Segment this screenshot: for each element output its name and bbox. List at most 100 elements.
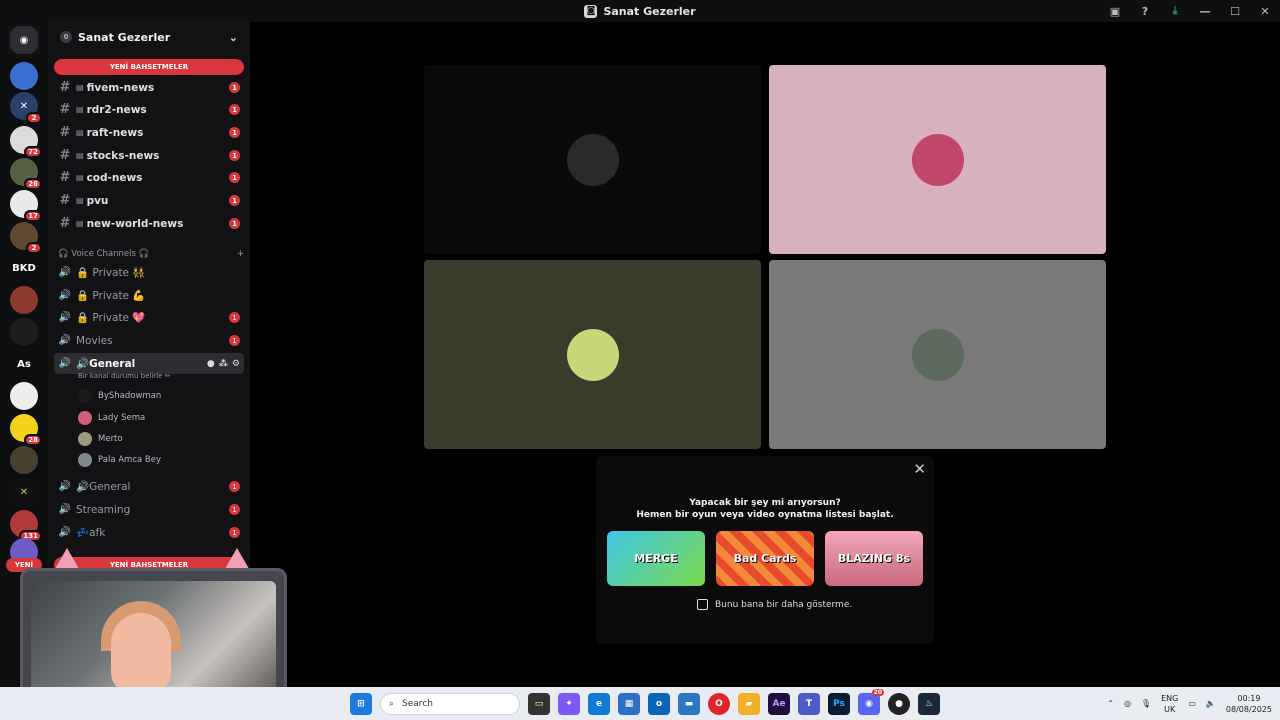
voice-channel-private-1[interactable]: 🔊 🔒 Private 👯: [54, 262, 244, 283]
store-icon[interactable]: ▦: [618, 692, 640, 715]
activity-card-bad-cards[interactable]: Bad Cards: [716, 531, 814, 586]
unread-badge: 1: [229, 481, 240, 492]
taskbar-search[interactable]: ⌕ Search: [380, 692, 520, 715]
member-name: ByShadowman: [98, 391, 162, 401]
volume-icon[interactable]: 🔈: [1206, 699, 1216, 708]
participant-tile[interactable]: [424, 260, 761, 449]
channel-stocks-news[interactable]: # ▤ stocks-news 1: [54, 145, 244, 166]
dont-show-again-checkbox[interactable]: Bunu bana bir daha gösterme.: [697, 599, 852, 610]
discord-icon[interactable]: ◉ 20: [858, 688, 884, 715]
category-voice-channels[interactable]: 🎧 Voice Channels 🎧 +: [58, 249, 244, 259]
server-icon[interactable]: 131: [10, 510, 42, 542]
channel-status[interactable]: Bir kanal durumu belirle ✏: [78, 372, 171, 380]
microphone-icon[interactable]: 🎙: [1141, 699, 1151, 708]
server-icon[interactable]: 26: [10, 158, 42, 190]
clock[interactable]: 00:19 08/08/2025: [1226, 693, 1272, 715]
channel-fivem-news[interactable]: # ▤ fivem-news 1: [54, 77, 244, 98]
obs-icon[interactable]: ●: [888, 692, 910, 715]
voice-channel-private-2[interactable]: 🔊 🔒 Private 💪: [54, 285, 244, 306]
server-icon[interactable]: ✕ 2: [10, 92, 42, 124]
gear-icon[interactable]: ⚙: [232, 359, 240, 369]
voice-channel-private-3[interactable]: 🔊 🔒 Private 💖 1: [54, 307, 244, 328]
close-icon[interactable]: ✕: [913, 460, 926, 478]
chevron-up-icon[interactable]: ⌃: [1107, 699, 1114, 708]
teams-icon[interactable]: T: [798, 692, 820, 715]
activity-card-merge[interactable]: MERGE: [607, 531, 705, 586]
activity-card-blazing-8s[interactable]: BLAZING 8s: [825, 531, 923, 586]
photoshop-icon[interactable]: Ps: [828, 692, 850, 715]
server-as[interactable]: As: [10, 350, 38, 378]
channel-new-world-news[interactable]: # ▤ new-world-news 1: [54, 213, 244, 234]
participant-tile[interactable]: [769, 260, 1106, 449]
server-icon[interactable]: [10, 286, 38, 314]
server-icon[interactable]: ✕: [10, 478, 38, 506]
voice-channel-afk[interactable]: 🔊 💤afk 1: [54, 522, 244, 543]
chat-icon[interactable]: ●: [207, 359, 215, 369]
voice-member[interactable]: Pala Amca Bey: [78, 451, 161, 469]
monitor-icon[interactable]: ▬: [678, 692, 700, 715]
participant-tile[interactable]: [769, 65, 1106, 254]
channel-rdr2-news[interactable]: # ▤ rdr2-news 1: [54, 99, 244, 120]
server-icon[interactable]: [10, 446, 38, 474]
window-title: Sanat Gezerler: [603, 4, 696, 18]
new-mentions-pill[interactable]: YENİ BAHSETMELER: [54, 59, 244, 75]
folder-icon[interactable]: ▰: [738, 692, 760, 715]
server-icon[interactable]: 28: [10, 414, 42, 446]
speaker-icon: 🔊: [58, 335, 72, 346]
channel-pvu[interactable]: # ▤ pvu 1: [54, 190, 244, 211]
server-bkd[interactable]: BKD: [10, 254, 38, 282]
server-icon[interactable]: [10, 318, 38, 346]
channel-label: raft-news: [86, 126, 144, 139]
channel-cod-news[interactable]: # ▤ cod-news 1: [54, 167, 244, 188]
checkbox-icon[interactable]: [697, 599, 708, 610]
language-indicator[interactable]: ENG UK: [1161, 693, 1178, 715]
hash-icon: #: [59, 125, 71, 140]
close-button[interactable]: ✕: [1250, 0, 1280, 22]
display-icon[interactable]: ▭: [1188, 699, 1196, 708]
voice-member[interactable]: Merto: [78, 430, 123, 448]
server-header[interactable]: 0 Sanat Gezerler ⌄: [48, 22, 250, 52]
help-icon[interactable]: ?: [1130, 0, 1160, 22]
task-view-icon[interactable]: ▭: [528, 692, 550, 715]
unread-badge: 1: [229, 218, 240, 229]
x-icon: ✕: [19, 100, 29, 112]
server-icon[interactable]: 2: [10, 222, 42, 254]
channel-label: 🔊General: [76, 481, 131, 493]
edge-icon[interactable]: e: [588, 692, 610, 715]
chevron-down-icon[interactable]: ⌄: [229, 31, 238, 44]
voice-channel-general[interactable]: 🔊 🔊General 1: [54, 476, 244, 497]
speaker-icon: 🔊: [58, 527, 72, 538]
server-icon[interactable]: 17: [10, 190, 42, 222]
voice-channel-movies[interactable]: 🔊 Movies 1: [54, 330, 244, 351]
voice-member[interactable]: Lady Sema: [78, 409, 145, 427]
discord-home-icon[interactable]: ◉: [10, 26, 38, 54]
add-member-icon[interactable]: ⁂: [219, 359, 228, 369]
minimize-button[interactable]: —: [1190, 0, 1220, 22]
server-level-icon: 0: [60, 31, 72, 43]
add-channel-icon[interactable]: +: [237, 249, 244, 259]
after-effects-icon[interactable]: Ae: [768, 692, 790, 715]
server-icon[interactable]: 72: [10, 126, 42, 158]
channel-raft-news[interactable]: # ▤ raft-news 1: [54, 122, 244, 143]
inbox-icon[interactable]: ▣: [1100, 0, 1130, 22]
unread-badge: 1: [229, 150, 240, 161]
voice-channel-general-active[interactable]: 🔊 🔊General ● ⁂ ⚙: [54, 353, 244, 374]
voice-channel-streaming[interactable]: 🔊 Streaming 1: [54, 499, 244, 520]
member-name: Lady Sema: [98, 413, 146, 423]
speaker-icon: 🔊: [58, 312, 72, 323]
server-icon[interactable]: [10, 382, 38, 410]
network-icon[interactable]: ◎: [1124, 699, 1131, 708]
download-icon[interactable]: ⤓: [1160, 0, 1190, 22]
copilot-icon[interactable]: ✦: [558, 692, 580, 715]
windows-start-icon[interactable]: ⊞: [350, 692, 372, 715]
opera-icon[interactable]: O: [708, 692, 730, 715]
channel-label: pvu: [86, 194, 109, 207]
steam-icon[interactable]: ♨: [918, 692, 940, 715]
channel-label: 🔒 Private 💪: [76, 290, 146, 302]
avatar: [911, 133, 964, 186]
outlook-icon[interactable]: o: [648, 692, 670, 715]
maximize-button[interactable]: ☐: [1220, 0, 1250, 22]
participant-tile[interactable]: [424, 65, 761, 254]
server-icon[interactable]: [10, 62, 38, 90]
voice-member[interactable]: ByShadowman: [78, 387, 161, 405]
